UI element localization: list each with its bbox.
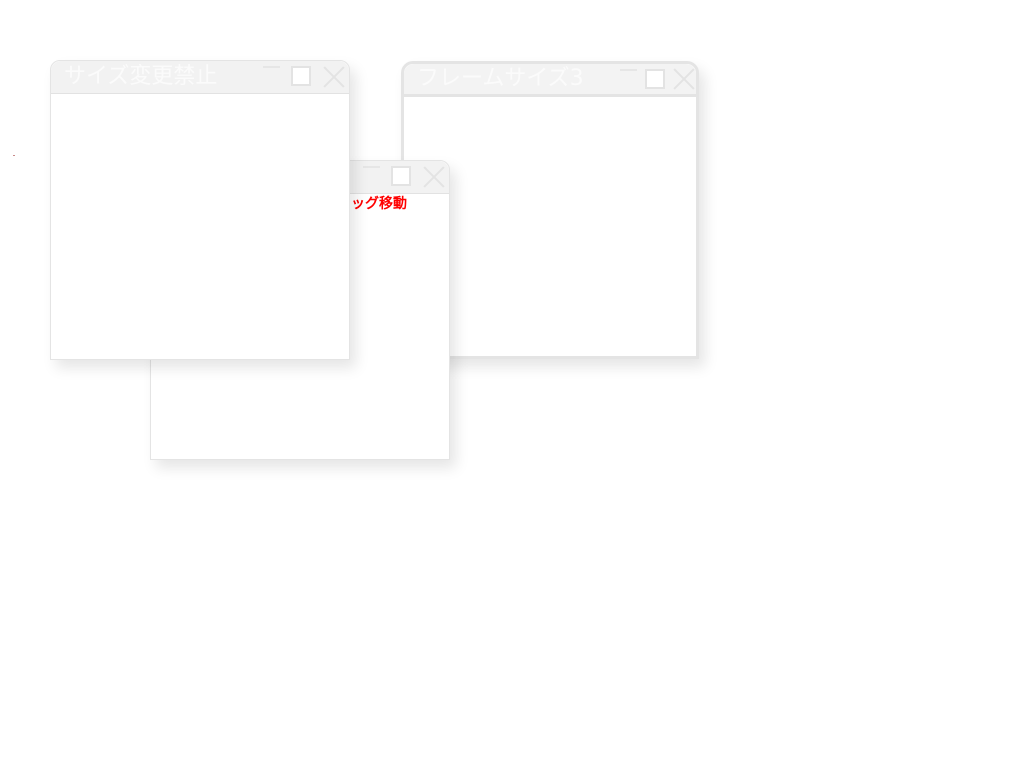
window-no-resize[interactable]: サイズ変更禁止 <box>50 60 350 360</box>
window-frame-size-3-titlebar[interactable]: フレームサイズ3 <box>404 64 696 97</box>
window-no-resize-title: サイズ変更禁止 <box>64 64 218 89</box>
maximize-icon[interactable] <box>291 66 311 86</box>
stray-marker <box>13 155 15 156</box>
close-icon[interactable] <box>423 166 445 188</box>
window-no-resize-titlebar[interactable]: サイズ変更禁止 <box>51 61 349 94</box>
window-no-resize-controls <box>261 61 351 91</box>
minimize-icon[interactable] <box>620 69 637 71</box>
minimize-icon[interactable] <box>363 166 380 168</box>
maximize-icon[interactable] <box>391 166 411 186</box>
maximize-icon[interactable] <box>645 69 665 89</box>
window-frame-size-3-controls <box>614 64 699 94</box>
minimize-icon[interactable] <box>263 66 280 68</box>
window-drag-move-controls <box>361 161 451 191</box>
close-icon[interactable] <box>323 66 345 88</box>
close-icon[interactable] <box>673 68 695 90</box>
window-frame-size-3-title: フレームサイズ3 <box>417 66 584 91</box>
desktop: フレームサイズ3 ドラッグ移動 サイズ変更禁止 <box>0 0 1024 768</box>
